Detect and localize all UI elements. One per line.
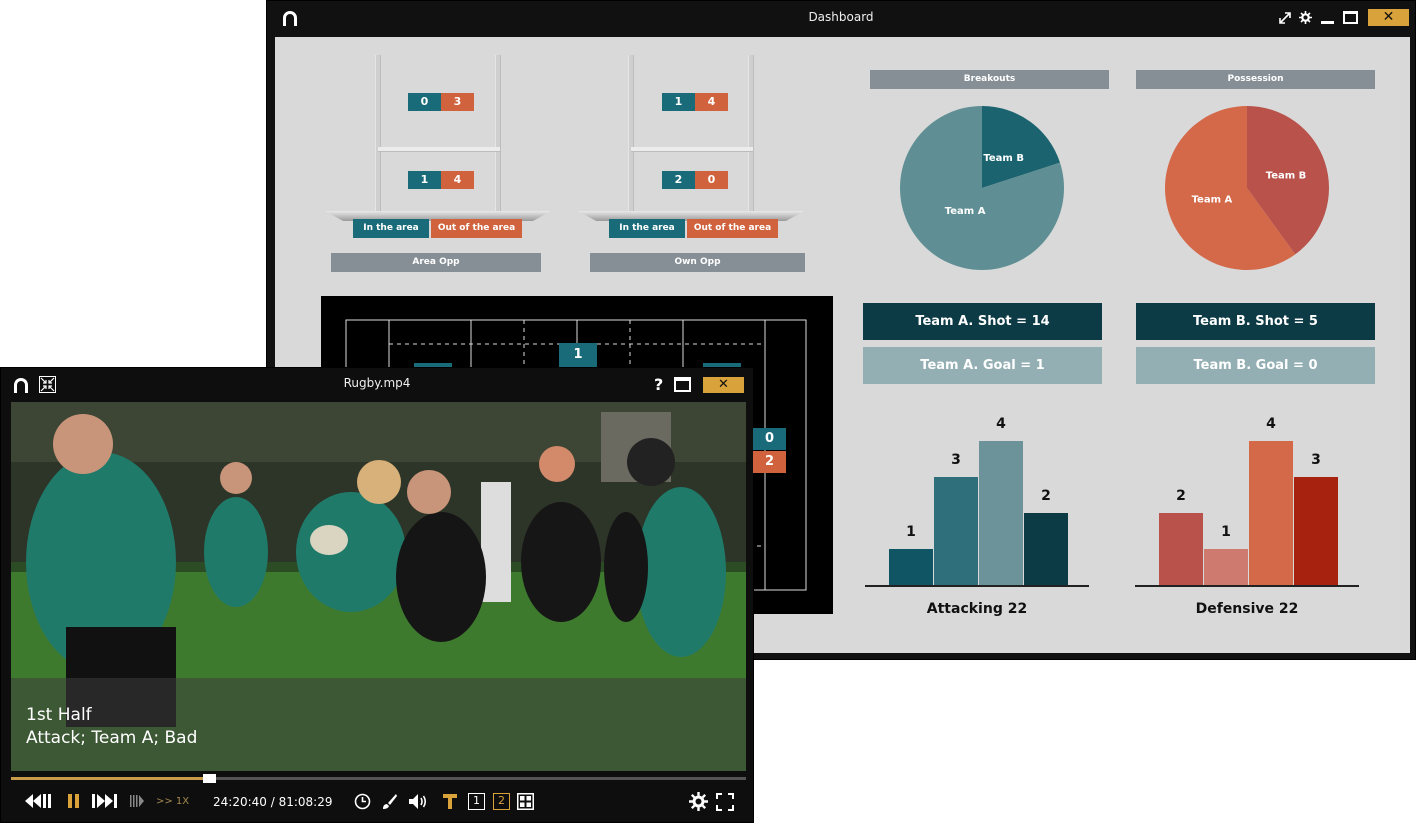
video-frame[interactable]: 1st Half Attack; Team A; Bad: [11, 402, 746, 771]
video-title: Rugby.mp4: [343, 376, 411, 390]
close-button[interactable]: ✕: [703, 377, 744, 393]
possession-pie-chart: Team B Team A: [1165, 106, 1329, 270]
team-b-goal: Team B. Goal = 0: [1136, 347, 1375, 384]
in-area-count: 2: [662, 171, 695, 189]
bar-value-label: 3: [951, 452, 961, 468]
pie-label: Team A: [945, 206, 986, 217]
dashboard-title: Dashboard: [808, 10, 874, 24]
bar: [979, 441, 1023, 585]
gear-icon[interactable]: [1299, 11, 1312, 24]
bar-value-label: 3: [1311, 452, 1321, 468]
breakouts-pie-chart: Team B Team A: [900, 106, 1064, 270]
area-opp-label: Area Opp: [331, 253, 541, 272]
own-opp-label: Own Opp: [590, 253, 805, 272]
out-area-count: 4: [695, 93, 728, 111]
dashboard-titlebar: Dashboard ✕: [267, 1, 1415, 35]
bar-value-label: 1: [1221, 524, 1231, 540]
caption-event: Attack; Team A; Bad: [26, 728, 198, 748]
bar-value-label: 2: [1041, 488, 1051, 504]
slow-motion-icon[interactable]: [129, 793, 145, 809]
bar: [1204, 549, 1248, 585]
brush-icon[interactable]: [381, 793, 398, 810]
breakouts-title: Breakouts: [870, 70, 1109, 89]
pie-label: Team B: [983, 153, 1024, 164]
area-opp-top-pair: 0 3: [408, 93, 474, 111]
possession-title: Possession: [1136, 70, 1375, 89]
team-a-goal: Team A. Goal = 1: [863, 347, 1102, 384]
bar: [934, 477, 978, 585]
fullscreen-icon[interactable]: [716, 793, 734, 811]
field-count: 2: [753, 451, 786, 473]
caption-period: 1st Half: [26, 705, 92, 725]
bar: [1294, 477, 1338, 585]
rewind-icon[interactable]: [25, 793, 53, 809]
defensive-title: Defensive 22: [1195, 601, 1299, 617]
caption-overlay: [11, 678, 746, 771]
view-2-button[interactable]: 2: [493, 793, 510, 810]
bar-value-label: 2: [1176, 488, 1186, 504]
bar-value-label: 1: [906, 524, 916, 540]
legend-out-area: Out of the area: [687, 219, 778, 238]
volume-icon[interactable]: [408, 793, 428, 810]
own-opp-legend: In the area Out of the area: [609, 219, 778, 238]
text-icon[interactable]: [442, 793, 458, 810]
team-a-shot: Team A. Shot = 14: [863, 303, 1102, 340]
maximize-icon[interactable]: [1343, 11, 1358, 24]
attacking-axis: [865, 585, 1089, 587]
out-area-count: 4: [441, 171, 474, 189]
field-count: 1: [559, 343, 597, 367]
bar-value-label: 4: [1266, 416, 1276, 432]
area-opp-legend: In the area Out of the area: [353, 219, 522, 238]
out-area-count: 0: [695, 171, 728, 189]
bar-value-label: 4: [996, 416, 1006, 432]
view-1-button[interactable]: 1: [468, 793, 485, 810]
playback-speed[interactable]: >> 1X: [156, 796, 189, 807]
own-opp-goalposts: [578, 55, 808, 245]
legend-in-area: In the area: [353, 219, 429, 238]
area-opp-bottom-pair: 1 4: [408, 171, 474, 189]
fast-forward-icon[interactable]: [91, 793, 123, 809]
out-area-count: 3: [441, 93, 474, 111]
field-count: 0: [753, 428, 786, 450]
in-area-count: 0: [408, 93, 441, 111]
maximize-icon[interactable]: [674, 377, 691, 392]
own-opp-top-pair: 1 4: [662, 93, 728, 111]
timecode: 24:20:40 / 81:08:29: [213, 795, 333, 809]
legend-out-area: Out of the area: [431, 219, 522, 238]
close-button[interactable]: ✕: [1368, 9, 1409, 26]
pie-label: Team A: [1192, 194, 1233, 205]
bar: [1249, 441, 1293, 585]
progress-handle[interactable]: [203, 774, 217, 783]
bar: [1159, 513, 1203, 585]
in-area-count: 1: [408, 171, 441, 189]
clock-icon[interactable]: [354, 793, 371, 810]
progress-bar[interactable]: [11, 774, 746, 783]
bar: [1024, 513, 1068, 585]
pause-icon[interactable]: [67, 793, 81, 809]
field-cell: 1: [559, 343, 597, 367]
bar: [889, 549, 933, 585]
minimize-icon[interactable]: [1321, 21, 1334, 24]
defensive-axis: [1135, 585, 1359, 587]
settings-icon[interactable]: [689, 792, 708, 811]
area-opp-goalposts: [325, 55, 555, 245]
progress-fill: [11, 777, 210, 780]
video-player-window: Rugby.mp4 ? ✕ 1st Half Attack; Team A; B…: [0, 367, 754, 823]
resize-icon[interactable]: [1279, 12, 1291, 24]
own-opp-bottom-pair: 2 0: [662, 171, 728, 189]
grid-view-icon[interactable]: [517, 793, 534, 810]
in-area-count: 1: [662, 93, 695, 111]
pie-label: Team B: [1266, 170, 1307, 181]
team-b-shot: Team B. Shot = 5: [1136, 303, 1375, 340]
legend-in-area: In the area: [609, 219, 685, 238]
help-button[interactable]: ?: [654, 375, 663, 394]
attacking-title: Attacking 22: [926, 601, 1028, 617]
